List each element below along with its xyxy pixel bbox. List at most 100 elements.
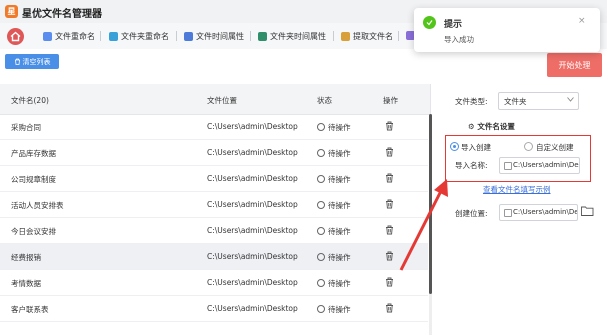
toolbar: 清空列表 开始处理	[0, 49, 607, 81]
row-filename: 公司规章制度	[11, 175, 56, 184]
row-status: 待操作	[317, 148, 351, 159]
file-type-select[interactable]: 文件夹	[498, 92, 579, 110]
row-filename: 客户联系表	[11, 305, 49, 314]
delete-icon[interactable]	[385, 147, 394, 157]
delete-icon[interactable]	[385, 303, 394, 313]
table-row[interactable]: 今日会议安排 C:\Users\admin\Desktop 待操作	[0, 218, 428, 244]
row-location: C:\Users\admin\Desktop	[207, 304, 298, 313]
tab-label: 文件重命名	[55, 31, 95, 41]
row-location: C:\Users\admin\Desktop	[207, 174, 298, 183]
clock-icon	[317, 305, 325, 313]
extract-name-icon	[341, 31, 350, 41]
row-status: 待操作	[317, 174, 351, 185]
row-location: C:\Users\admin\Desktop	[207, 252, 298, 261]
list-header: 文件名(20) 文件位置 状态 操作	[0, 84, 430, 115]
app-logo: 星	[5, 5, 18, 18]
tab-file-time[interactable]: 文件时间属性	[184, 30, 244, 42]
clock-icon	[317, 279, 325, 287]
folder-icon[interactable]	[581, 206, 594, 216]
row-location: C:\Users\admin\Desktop	[207, 122, 298, 131]
row-filename: 今日会议安排	[11, 227, 56, 236]
table-row[interactable]: 公司规章制度 C:\Users\admin\Desktop 待操作	[0, 166, 428, 192]
nav-divider	[176, 31, 177, 41]
row-location: C:\Users\admin\Desktop	[207, 226, 298, 235]
toast-notification: 提示 导入成功 ×	[414, 8, 600, 52]
row-filename: 活动人员安排表	[11, 201, 64, 210]
clock-icon	[317, 123, 325, 131]
table-row[interactable]: 采购合同 C:\Users\admin\Desktop 待操作	[0, 114, 428, 140]
nav-divider	[398, 31, 399, 41]
delete-icon[interactable]	[385, 251, 394, 261]
row-location: C:\Users\admin\Desktop	[207, 148, 298, 157]
row-status: 待操作	[317, 304, 351, 315]
row-location: C:\Users\admin\Desktop	[207, 200, 298, 209]
nav-divider	[333, 31, 334, 41]
tab-label: 文件夹时间属性	[270, 31, 326, 41]
row-status: 待操作	[317, 278, 351, 289]
clock-icon	[317, 227, 325, 235]
clock-icon	[317, 201, 325, 209]
row-status: 待操作	[317, 226, 351, 237]
folder-rename-icon	[109, 31, 118, 41]
clock-icon	[317, 175, 325, 183]
table-row[interactable]: 活动人员安排表 C:\Users\admin\Desktop 待操作	[0, 192, 428, 218]
header-filename: 文件名(20)	[11, 96, 49, 105]
home-icon	[10, 31, 21, 42]
file-icon	[504, 209, 512, 217]
table-row[interactable]: 客户联系表 C:\Users\admin\Desktop 待操作	[0, 296, 428, 322]
row-filename: 考情数据	[11, 279, 41, 288]
success-icon	[423, 16, 436, 29]
row-filename: 经费报销	[11, 253, 41, 262]
clear-list-label: 清空列表	[22, 57, 51, 66]
delete-icon[interactable]	[385, 173, 394, 183]
row-location: C:\Users\admin\Desktop	[207, 278, 298, 287]
header-location: 文件位置	[207, 96, 237, 105]
section-title: ⚙ 文件名设置	[468, 122, 515, 131]
tab-folder-rename[interactable]: 文件夹重命名	[109, 30, 169, 42]
create-location-label: 创建位置:	[455, 209, 488, 218]
clock-icon	[317, 253, 325, 261]
delete-icon[interactable]	[385, 277, 394, 287]
rename-icon	[43, 31, 52, 41]
row-status: 待操作	[317, 200, 351, 211]
create-location-field[interactable]: C:\Users\admin\Des	[499, 204, 578, 221]
delete-icon[interactable]	[385, 225, 394, 235]
row-filename: 采购合同	[11, 123, 41, 132]
gear-icon: ⚙	[468, 122, 475, 131]
header-status: 状态	[317, 96, 332, 105]
tab-file-rename[interactable]: 文件重命名	[43, 30, 95, 42]
file-list: 文件名(20) 文件位置 状态 操作 采购合同 C:\Users\admin\D…	[0, 84, 432, 335]
file-type-value: 文件夹	[504, 97, 527, 106]
tab-label: 提取文件名	[353, 31, 393, 41]
tab-folder-time[interactable]: 文件夹时间属性	[258, 30, 326, 42]
trash-icon	[14, 58, 20, 65]
delete-icon[interactable]	[385, 199, 394, 209]
folder-time-icon	[258, 31, 267, 41]
table-row[interactable]: 经费报销 C:\Users\admin\Desktop 待操作	[0, 244, 428, 270]
row-filename: 产品库存数据	[11, 149, 56, 158]
annotation-arrow	[399, 179, 448, 271]
table-row[interactable]: 产品库存数据 C:\Users\admin\Desktop 待操作	[0, 140, 428, 166]
clock-icon	[317, 149, 325, 157]
file-type-label: 文件类型:	[455, 97, 488, 106]
nav-divider	[100, 31, 101, 41]
home-button[interactable]	[7, 28, 24, 45]
tab-extract-name[interactable]: 提取文件名	[341, 30, 393, 42]
file-time-icon	[184, 31, 193, 41]
header-action: 操作	[383, 96, 398, 105]
create-location-value: C:\Users\admin\Des	[513, 208, 578, 216]
row-status: 待操作	[317, 122, 351, 133]
table-row[interactable]: 考情数据 C:\Users\admin\Desktop 待操作	[0, 270, 428, 296]
annotation-highlight-box	[445, 135, 591, 182]
close-icon[interactable]: ×	[578, 16, 586, 26]
delete-icon[interactable]	[385, 121, 394, 131]
clear-list-button[interactable]: 清空列表	[5, 54, 59, 69]
chevron-down-icon	[567, 97, 574, 102]
toast-message: 导入成功	[444, 35, 474, 44]
tab-label: 文件时间属性	[196, 31, 244, 41]
toast-title: 提示	[444, 20, 463, 30]
app-title: 星优文件名管理器	[22, 9, 102, 20]
nav-divider	[250, 31, 251, 41]
example-link[interactable]: 查看文件名填写示例	[483, 184, 551, 195]
start-process-button[interactable]: 开始处理	[547, 53, 602, 77]
